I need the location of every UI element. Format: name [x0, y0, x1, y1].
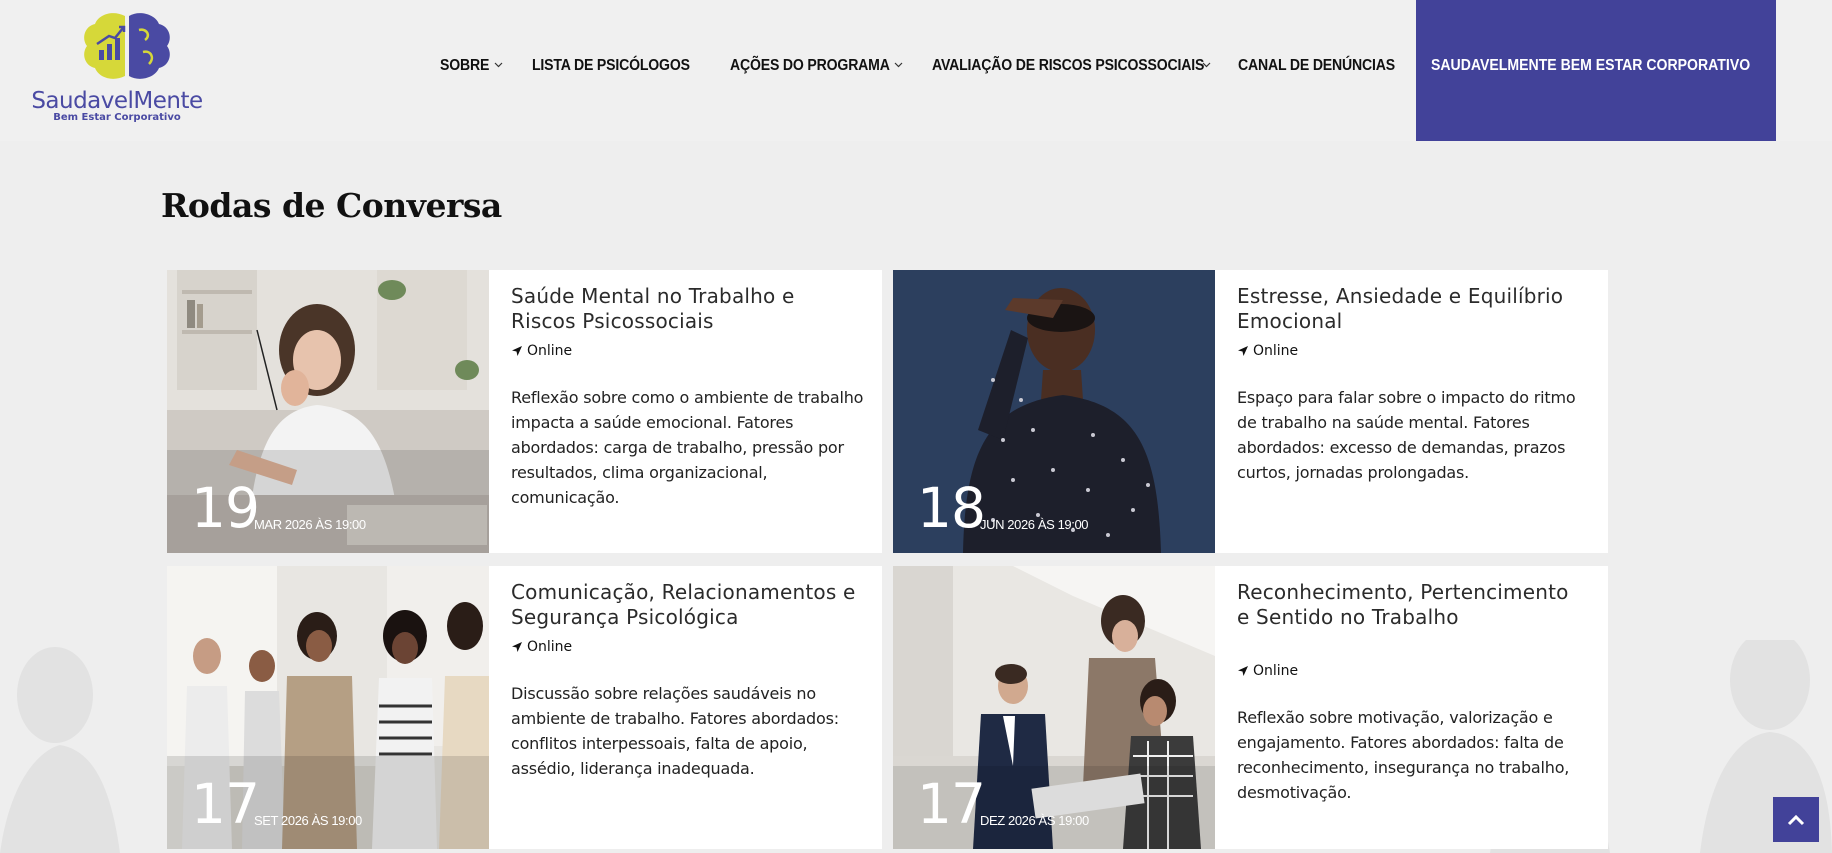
location-arrow-icon: [1238, 666, 1248, 676]
event-title[interactable]: Comunicação, Relacionamentos e Segurança…: [511, 580, 861, 630]
site-header: SaudavelMente Bem Estar Corporativo SOBR…: [0, 0, 1832, 141]
event-date: DEZ 2026 ÀS 19:00: [980, 813, 1089, 828]
event-card[interactable]: 19 MAR 2026 ÀS 19:00 Saúde Mental no Tra…: [167, 270, 882, 553]
location-arrow-icon: [512, 346, 522, 356]
event-location: Online: [511, 343, 572, 359]
nav-item-avaliacao-riscos[interactable]: AVALIAÇÃO DE RISCOS PSICOSSOCIAIS: [932, 57, 1204, 75]
event-image[interactable]: 17 SET 2026 ÀS 19:00: [167, 566, 489, 849]
event-location-label: Online: [527, 639, 573, 655]
event-title[interactable]: Reconhecimento, Pertencimento e Sentido …: [1237, 580, 1587, 630]
brain-chart-logo-icon: [84, 13, 170, 79]
chevron-down-icon[interactable]: [494, 60, 503, 69]
event-image[interactable]: 19 MAR 2026 ÀS 19:00: [167, 270, 489, 553]
event-location-label: Online: [527, 343, 573, 359]
event-title[interactable]: Saúde Mental no Trabalho e Riscos Psicos…: [511, 284, 861, 334]
nav-item-acoes-programa[interactable]: AÇÕES DO PROGRAMA: [730, 57, 890, 75]
nav-item-canal-denuncias[interactable]: CANAL DE DENÚNCIAS: [1238, 57, 1395, 75]
brand-tagline: Bem Estar Corporativo: [53, 112, 181, 123]
location-arrow-icon: [1238, 346, 1248, 356]
event-image[interactable]: 17 DEZ 2026 ÀS 19:00: [893, 566, 1215, 849]
event-location-label: Online: [1253, 663, 1299, 679]
event-description: Reflexão sobre motivação, valorização e …: [1237, 708, 1570, 802]
event-card[interactable]: 17 SET 2026 ÀS 19:00 Comunicação, Relaci…: [167, 566, 882, 849]
event-date: JUN 2026 ÀS 19:00: [980, 517, 1089, 532]
event-day: 17: [917, 772, 986, 836]
event-card[interactable]: 18 JUN 2026 ÀS 19:00 Estresse, Ansiedade…: [893, 270, 1608, 553]
nav-item-lista-psicologos[interactable]: LISTA DE PSICÓLOGOS: [532, 57, 690, 75]
event-location-label: Online: [1253, 343, 1299, 359]
event-description: Espaço para falar sobre o impacto do rit…: [1237, 388, 1576, 482]
event-date: SET 2026 ÀS 19:00: [254, 813, 362, 828]
event-title[interactable]: Estresse, Ansiedade e Equilíbrio Emocion…: [1237, 284, 1587, 334]
nav-item-sobre[interactable]: SOBRE: [440, 57, 489, 75]
brand-logo[interactable]: SaudavelMente Bem Estar Corporativo: [22, 8, 212, 126]
event-location: Online: [511, 639, 572, 655]
nav-cta-button[interactable]: SAUDAVELMENTE BEM ESTAR CORPORATIVO: [1416, 0, 1776, 141]
back-to-top-button[interactable]: [1773, 797, 1819, 842]
location-arrow-icon: [512, 642, 522, 652]
event-day: 17: [191, 772, 260, 836]
nav-cta-label: SAUDAVELMENTE BEM ESTAR CORPORATIVO: [1431, 57, 1751, 74]
event-location: Online: [1237, 663, 1298, 679]
chevron-up-icon: [1787, 814, 1805, 826]
brand-name: SaudavelMente: [31, 88, 203, 114]
event-description: Discussão sobre relações saudáveis no am…: [511, 684, 839, 778]
chevron-down-icon[interactable]: [1202, 60, 1211, 69]
event-image[interactable]: 18 JUN 2026 ÀS 19:00: [893, 270, 1215, 553]
event-date: MAR 2026 ÀS 19:00: [254, 517, 366, 532]
event-location: Online: [1237, 343, 1298, 359]
event-day: 18: [917, 476, 986, 540]
chevron-down-icon[interactable]: [894, 60, 903, 69]
event-card[interactable]: 17 DEZ 2026 ÀS 19:00 Reconhecimento, Per…: [893, 566, 1608, 849]
page-title: Rodas de Conversa: [161, 186, 502, 225]
event-day: 19: [191, 476, 260, 540]
event-description: Reflexão sobre como o ambiente de trabal…: [511, 388, 864, 507]
